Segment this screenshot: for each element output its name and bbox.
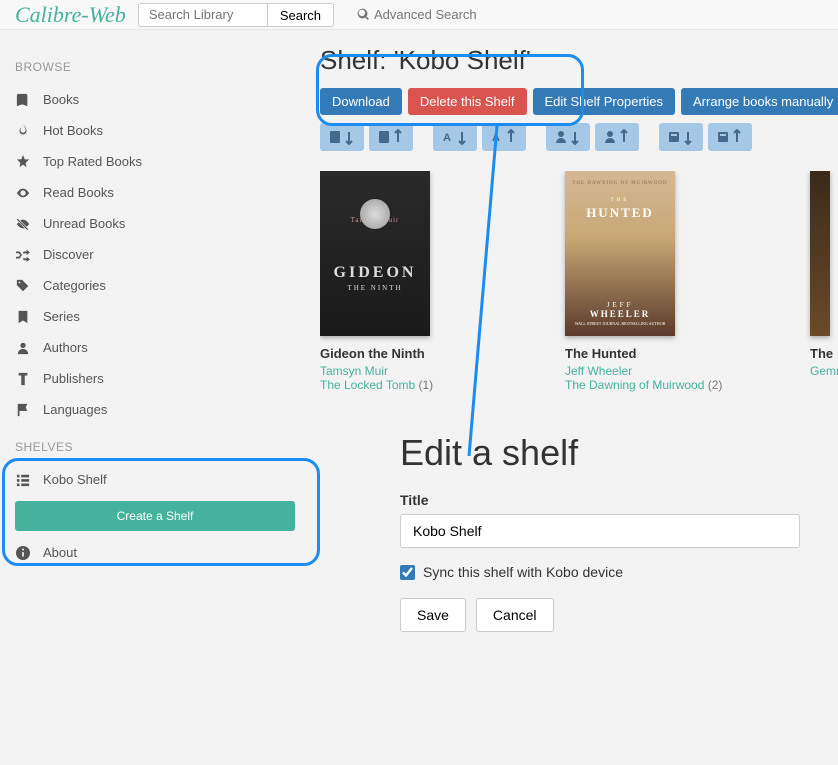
sort-icon: A xyxy=(441,129,469,145)
search-icon xyxy=(357,8,370,21)
book-author-link[interactable]: Tamsyn Muir xyxy=(320,364,480,378)
sort-date-asc-button[interactable] xyxy=(320,123,364,151)
book-title: The Hunted xyxy=(565,346,725,361)
sidebar-item-about[interactable]: About xyxy=(15,537,200,568)
sidebar-item-shelf-kobo[interactable]: Kobo Shelf xyxy=(15,464,200,495)
edit-shelf-button[interactable]: Edit Shelf Properties xyxy=(533,88,676,115)
sidebar-item-authors[interactable]: Authors xyxy=(15,332,200,363)
advanced-search-link[interactable]: Advanced Search xyxy=(357,7,477,22)
download-button[interactable]: Download xyxy=(320,88,402,115)
save-button[interactable]: Save xyxy=(400,598,466,632)
search-button[interactable]: Search xyxy=(268,3,334,27)
sort-icon xyxy=(603,129,631,145)
book-card[interactable]: The Gemm xyxy=(810,171,838,392)
book-cover[interactable]: THE DAWNING OF MUIRWOOD THE HUNTED JEFF … xyxy=(565,171,675,336)
cancel-button[interactable]: Cancel xyxy=(476,598,554,632)
sidebar-item-discover[interactable]: Discover xyxy=(15,239,200,270)
sort-alpha-desc-button[interactable]: A xyxy=(482,123,526,151)
sort-author-desc-button[interactable] xyxy=(595,123,639,151)
list-icon xyxy=(16,473,30,487)
book-card[interactable]: THE DAWNING OF MUIRWOOD THE HUNTED JEFF … xyxy=(565,171,725,392)
sort-alpha-asc-button[interactable]: A xyxy=(433,123,477,151)
title-label: Title xyxy=(400,492,838,508)
sort-pub-desc-button[interactable] xyxy=(708,123,752,151)
svg-text:A: A xyxy=(492,132,500,144)
browse-header: BROWSE xyxy=(15,60,200,74)
edit-shelf-heading: Edit a shelf xyxy=(400,432,838,474)
sidebar-item-publishers[interactable]: Publishers xyxy=(15,363,200,394)
eye-slash-icon xyxy=(16,217,30,231)
tags-icon xyxy=(16,279,30,293)
sidebar-item-languages[interactable]: Languages xyxy=(15,394,200,425)
sort-icon xyxy=(667,129,695,145)
font-icon xyxy=(16,372,30,386)
fire-icon xyxy=(16,124,30,138)
random-icon xyxy=(16,248,30,262)
sync-label: Sync this shelf with Kobo device xyxy=(423,564,623,580)
delete-shelf-button[interactable]: Delete this Shelf xyxy=(408,88,527,115)
book-title: Gideon the Ninth xyxy=(320,346,480,361)
sidebar-item-top-rated[interactable]: Top Rated Books xyxy=(15,146,200,177)
star-icon xyxy=(16,155,30,169)
sort-icon xyxy=(716,129,744,145)
sort-date-desc-button[interactable] xyxy=(369,123,413,151)
sort-pub-asc-button[interactable] xyxy=(659,123,703,151)
bookmark-icon xyxy=(16,310,30,324)
sidebar-item-categories[interactable]: Categories xyxy=(15,270,200,301)
book-series-link[interactable]: The Locked Tomb (1) xyxy=(320,378,480,392)
info-icon xyxy=(16,546,30,560)
svg-text:A: A xyxy=(443,132,451,144)
book-cover[interactable]: Tamsyn Muir GIDEON THE NINTH xyxy=(320,171,430,336)
eye-icon xyxy=(16,186,30,200)
book-title: The xyxy=(810,346,838,361)
sort-icon xyxy=(328,129,356,145)
sidebar-item-read[interactable]: Read Books xyxy=(15,177,200,208)
sync-checkbox[interactable] xyxy=(400,565,415,580)
user-icon xyxy=(16,341,30,355)
shelves-header: SHELVES xyxy=(15,440,200,454)
sort-icon xyxy=(377,129,405,145)
book-author-link[interactable]: Gemm xyxy=(810,364,838,378)
sidebar-item-hot[interactable]: Hot Books xyxy=(15,115,200,146)
flag-icon xyxy=(16,403,30,417)
sort-author-asc-button[interactable] xyxy=(546,123,590,151)
book-icon xyxy=(16,93,30,107)
brand-logo[interactable]: Calibre-Web xyxy=(15,2,126,28)
sidebar-item-unread[interactable]: Unread Books xyxy=(15,208,200,239)
sidebar-item-books[interactable]: Books xyxy=(15,84,200,115)
book-author-link[interactable]: Jeff Wheeler xyxy=(565,364,725,378)
sidebar-item-series[interactable]: Series xyxy=(15,301,200,332)
arrange-button[interactable]: Arrange books manually xyxy=(681,88,838,115)
sort-icon: A xyxy=(490,129,518,145)
sort-icon xyxy=(554,129,582,145)
book-card[interactable]: Tamsyn Muir GIDEON THE NINTH Gideon the … xyxy=(320,171,480,392)
shelf-title-input[interactable] xyxy=(400,514,800,548)
search-input[interactable] xyxy=(138,3,268,27)
book-series-link[interactable]: The Dawning of Muirwood (2) xyxy=(565,378,725,392)
book-cover[interactable] xyxy=(810,171,830,336)
shelf-heading: Shelf: 'Kobo Shelf' xyxy=(320,45,838,76)
